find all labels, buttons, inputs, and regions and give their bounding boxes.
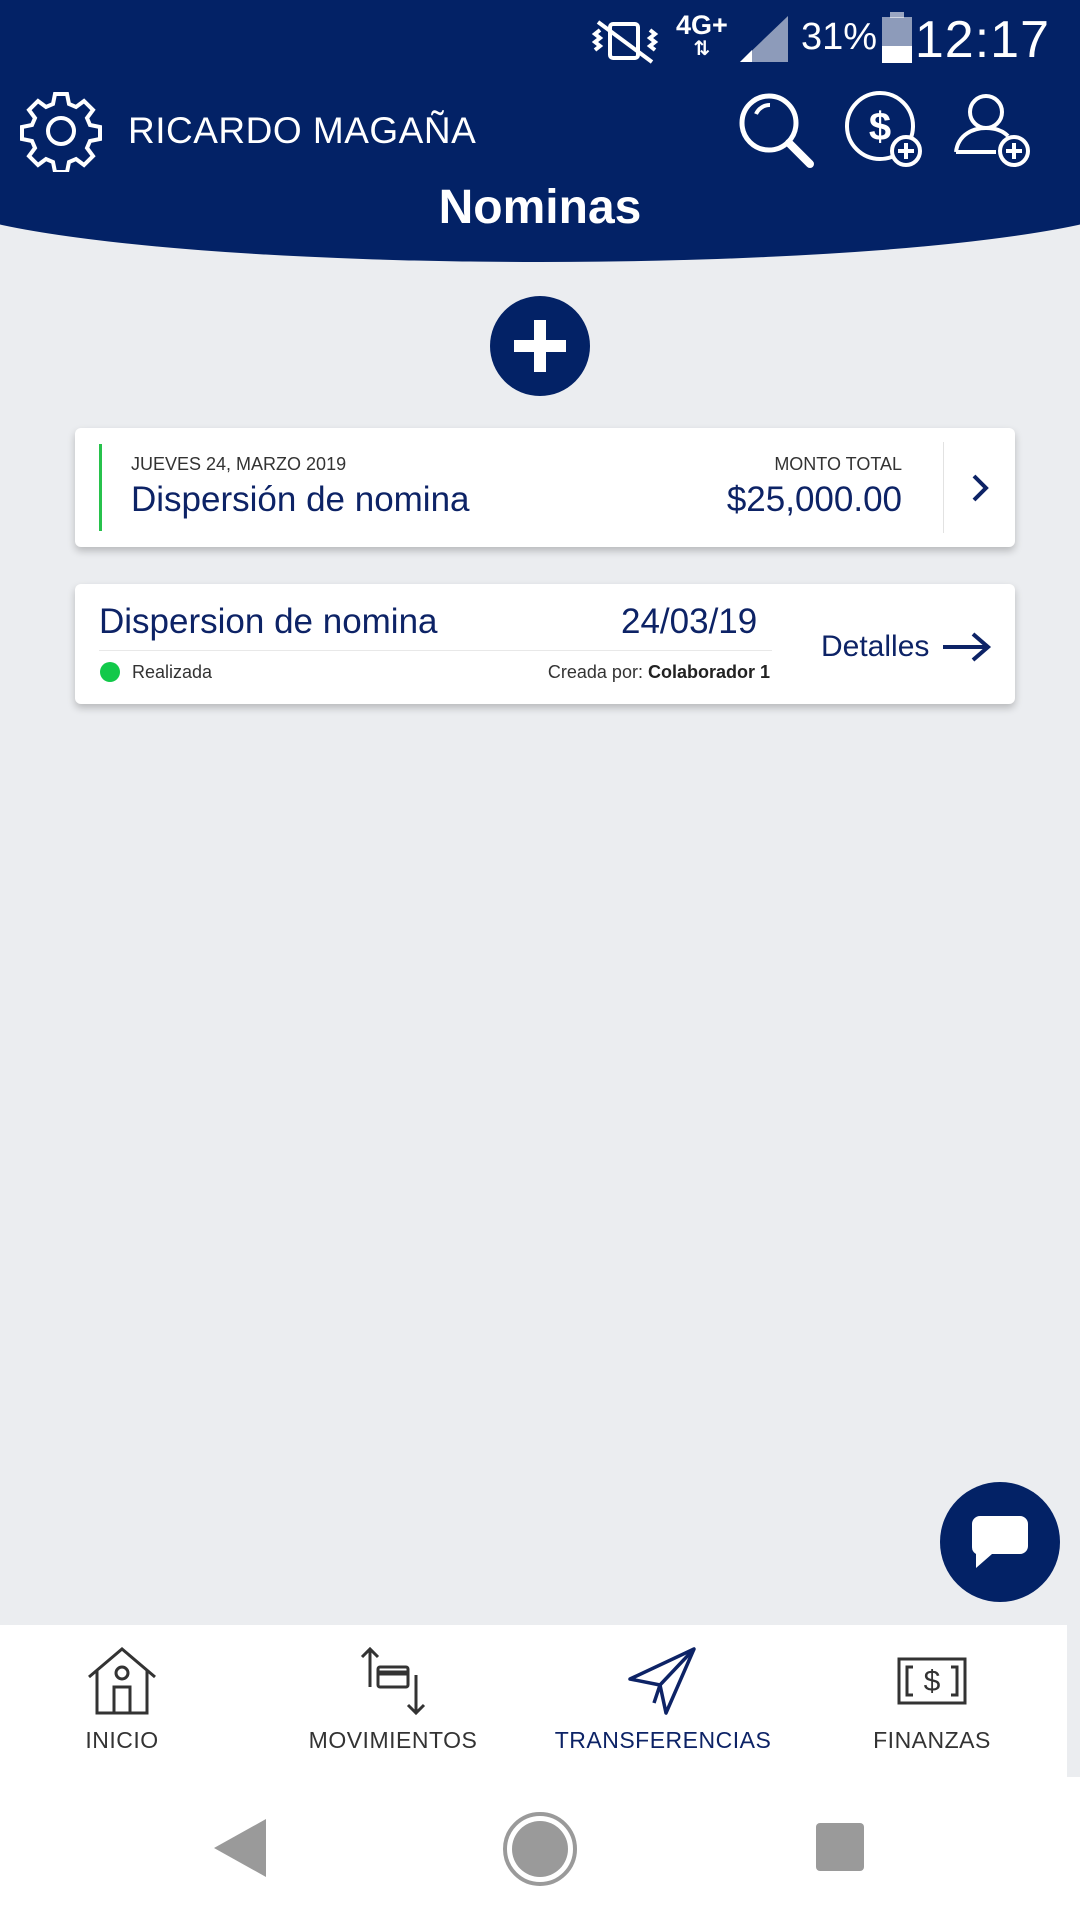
chevron-right-icon[interactable] xyxy=(967,470,993,506)
payroll-summary-card[interactable]: JUEVES 24, MARZO 2019 Dispersión de nomi… xyxy=(75,428,1015,547)
system-navigation-bar xyxy=(0,1777,1080,1920)
add-money-icon[interactable]: $ xyxy=(844,90,924,170)
battery-icon xyxy=(882,12,912,63)
nav-label-inicio: INICIO xyxy=(85,1727,159,1753)
clock: 12:17 xyxy=(914,11,1050,69)
plus-icon xyxy=(514,320,566,372)
paper-plane-icon xyxy=(628,1647,696,1715)
card-divider xyxy=(943,442,944,533)
status-dot-icon xyxy=(100,662,120,682)
nav-item-inicio[interactable]: INICIO xyxy=(0,1625,257,1777)
nav-item-movimientos[interactable]: MOVIMIENTOS xyxy=(258,1625,528,1777)
creator-name: Colaborador 1 xyxy=(647,662,770,682)
user-name[interactable]: RICARDO MAGAÑA xyxy=(128,110,476,152)
summary-date: JUEVES 24, MARZO 2019 xyxy=(131,454,347,474)
status-bar: 4G+ ⇅ 31% 12:17 xyxy=(0,0,1080,80)
details-link[interactable]: Detalles xyxy=(821,630,929,664)
chat-button[interactable] xyxy=(940,1482,1060,1602)
svg-text:$: $ xyxy=(924,1665,941,1698)
card-accent-bar xyxy=(99,444,102,531)
svg-text:$: $ xyxy=(869,105,891,149)
transfer-arrows-icon xyxy=(360,1646,426,1716)
total-value: $25,000.00 xyxy=(726,480,902,519)
page-title: Nominas xyxy=(438,181,642,234)
money-bill-icon: $ xyxy=(897,1657,967,1705)
home-circle-icon[interactable] xyxy=(502,1811,578,1887)
payroll-status: Realizada xyxy=(132,662,213,682)
bottom-navigation: INICIO MOVIMIENTOS TRANSFERENCIAS $ FINA… xyxy=(0,1625,1067,1777)
payroll-creator: Creada por: Colaborador 1 xyxy=(548,662,770,683)
add-payroll-button[interactable] xyxy=(490,296,590,396)
add-user-icon[interactable] xyxy=(952,90,1032,170)
nav-item-finanzas[interactable]: $ FINANZAS xyxy=(797,1625,1067,1777)
nav-label-movimientos: MOVIMIENTOS xyxy=(308,1727,478,1753)
nav-item-transferencias[interactable]: TRANSFERENCIAS xyxy=(528,1625,798,1777)
chat-bubble-icon xyxy=(971,1516,1028,1568)
card-separator xyxy=(99,650,772,651)
network-type: 4G+ xyxy=(676,10,728,40)
signal-icon xyxy=(740,16,788,62)
battery-percentage: 31% xyxy=(800,16,877,58)
summary-title: Dispersión de nomina xyxy=(131,480,470,519)
payroll-title: Dispersion de nomina xyxy=(99,602,438,641)
creator-prefix: Creada por: xyxy=(547,662,643,682)
arrow-right-icon[interactable] xyxy=(941,630,993,664)
recents-icon[interactable] xyxy=(814,1821,866,1873)
app-header: 4G+ ⇅ 31% 12:17 RICARDO MAGAÑA $ Nominas xyxy=(0,0,1080,262)
vibrate-mute-icon xyxy=(591,20,659,64)
gear-icon[interactable] xyxy=(20,90,102,172)
total-label: MONTO TOTAL xyxy=(774,454,902,474)
payroll-date: 24/03/19 xyxy=(621,602,758,641)
network-indicator: 4G+ ⇅ xyxy=(676,10,728,60)
payroll-item-card[interactable]: Dispersion de nomina 24/03/19 Realizada … xyxy=(75,584,1015,704)
back-icon[interactable] xyxy=(212,1817,268,1879)
search-icon[interactable] xyxy=(736,90,816,170)
nav-label-transferencias: TRANSFERENCIAS xyxy=(554,1727,772,1753)
home-icon xyxy=(88,1647,156,1715)
nav-label-finanzas: FINANZAS xyxy=(873,1727,991,1753)
